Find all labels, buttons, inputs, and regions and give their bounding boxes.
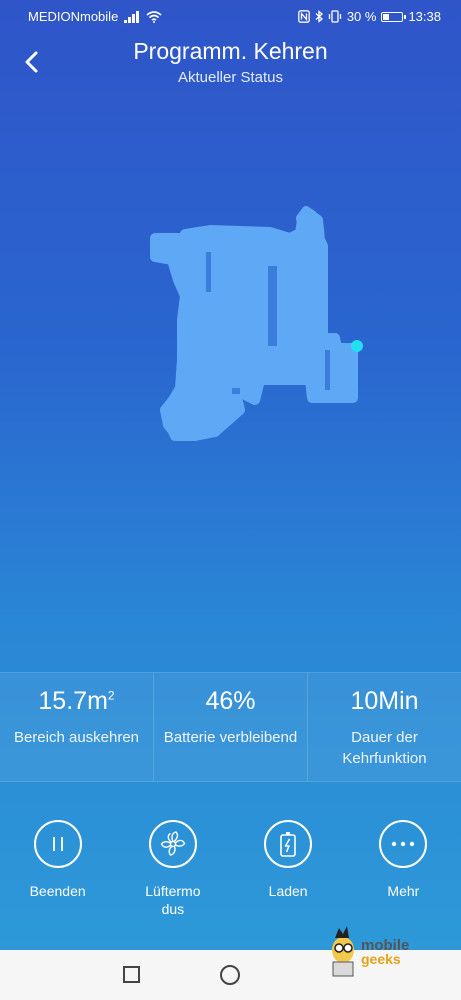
cleaned-area — [150, 209, 358, 441]
battery-charge-icon[interactable] — [264, 820, 313, 868]
action-label: Mehr — [387, 883, 420, 899]
page-title: Programm. Kehren — [133, 38, 328, 64]
vibrate-icon — [328, 10, 341, 23]
robot-position-marker — [351, 340, 363, 352]
stat-value: 46% — [205, 687, 256, 715]
uncleaned-gap — [325, 350, 330, 390]
stat-duration: 10Min Dauer der Kehrfunktion — [308, 672, 461, 782]
stop-button[interactable]: Beenden — [0, 820, 115, 918]
uncleaned-gap — [206, 252, 211, 292]
stat-label: Batterie verbleibend — [163, 729, 298, 746]
clock: 13:38 — [408, 9, 441, 24]
carrier-label: MEDIONmobile — [28, 9, 119, 24]
more-button[interactable]: Mehr — [346, 820, 461, 918]
stat-value: 10Min — [350, 687, 419, 715]
wifi-icon — [146, 10, 162, 23]
battery-percent: 30 % — [346, 9, 377, 24]
svg-text:geeks: geeks — [361, 951, 401, 967]
action-label: Beenden — [29, 883, 86, 899]
status-bar: MEDIONmobile 30 % 13:38 — [0, 0, 461, 32]
stat-cleaned-area: 15.7m2 Bereich auskehren — [0, 672, 154, 782]
cleaning-map — [150, 206, 363, 441]
battery-icon — [381, 11, 407, 22]
stats-panel: 15.7m2 Bereich auskehren 46% Batterie ve… — [0, 672, 461, 782]
stat-label: Bereich auskehren — [13, 729, 140, 746]
area-unit: 2 — [107, 688, 115, 703]
stat-value: 15.7m2 — [0, 687, 153, 717]
uncleaned-gap — [268, 266, 277, 346]
action-label: Lüftermo dus — [145, 883, 201, 917]
more-icon[interactable] — [379, 820, 428, 868]
fan-icon[interactable] — [148, 820, 197, 868]
fan-mode-button[interactable]: Lüftermo dus — [115, 820, 230, 918]
cleaned-area — [160, 405, 185, 437]
action-bar: Beenden Lüftermo dus Laden Mehr — [0, 820, 461, 918]
home-button[interactable] — [220, 965, 240, 985]
charge-button[interactable]: Laden — [231, 820, 346, 918]
recent-apps-button[interactable] — [123, 966, 140, 983]
stat-label: Dauer der Kehrfunktion — [342, 729, 427, 767]
status-left: MEDIONmobile — [28, 9, 162, 24]
area-value: 15.7m — [38, 687, 108, 715]
status-right: 30 % 13:38 — [297, 9, 441, 24]
signal-icon — [124, 10, 140, 23]
nfc-icon — [297, 10, 310, 23]
uncleaned-gap — [232, 388, 240, 394]
stat-battery: 46% Batterie verbleibend — [154, 672, 308, 782]
mobilegeeks-logo: mobile geeks — [332, 926, 409, 977]
cleaned-area — [296, 206, 316, 234]
action-label: Laden — [268, 883, 308, 899]
bluetooth-icon — [315, 10, 323, 23]
page-subtitle: Aktueller Status — [177, 69, 284, 86]
pause-icon[interactable] — [33, 820, 82, 868]
